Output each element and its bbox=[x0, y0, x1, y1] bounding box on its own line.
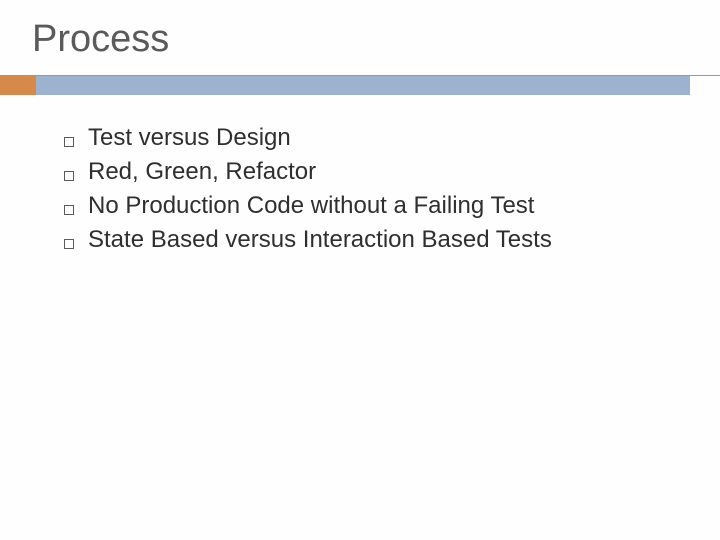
rule-accent bbox=[0, 76, 36, 95]
square-bullet-icon bbox=[64, 239, 74, 249]
square-bullet-icon bbox=[64, 137, 74, 147]
list-item: State Based versus Interaction Based Tes… bbox=[64, 225, 690, 255]
content-area: Test versus Design Red, Green, Refactor … bbox=[64, 123, 690, 255]
bullet-text: Red, Green, Refactor bbox=[88, 157, 316, 187]
square-bullet-icon bbox=[64, 205, 74, 215]
slide: Process Test versus Design Red, Green, R… bbox=[0, 0, 720, 540]
rule-band bbox=[36, 76, 690, 95]
bullet-text: No Production Code without a Failing Tes… bbox=[88, 191, 534, 221]
list-item: Red, Green, Refactor bbox=[64, 157, 690, 187]
bullet-text: State Based versus Interaction Based Tes… bbox=[88, 225, 552, 255]
bullet-text: Test versus Design bbox=[88, 123, 291, 153]
title-rule bbox=[0, 75, 720, 95]
list-item: Test versus Design bbox=[64, 123, 690, 153]
slide-title: Process bbox=[32, 18, 690, 61]
list-item: No Production Code without a Failing Tes… bbox=[64, 191, 690, 221]
square-bullet-icon bbox=[64, 171, 74, 181]
